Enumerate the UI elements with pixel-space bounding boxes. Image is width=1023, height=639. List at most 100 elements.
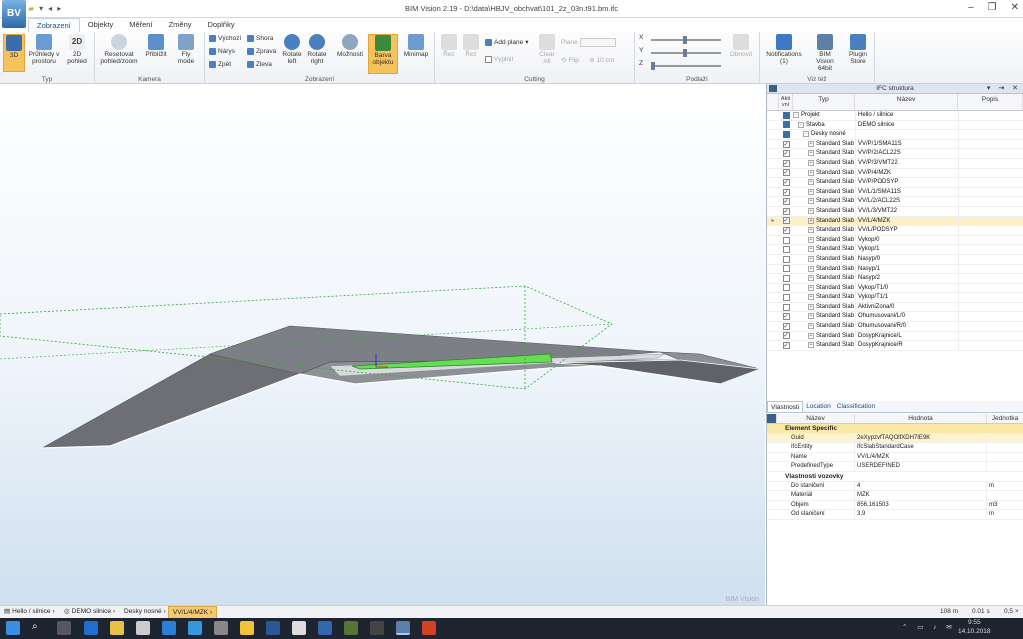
model-view[interactable] xyxy=(0,84,765,605)
expand-icon[interactable]: + xyxy=(808,323,814,330)
search-icon[interactable]: ⌕ xyxy=(32,621,46,635)
expand-icon[interactable]: + xyxy=(808,255,814,262)
fill-checkbox[interactable]: Vyplnit xyxy=(485,56,513,63)
expand-icon[interactable]: + xyxy=(808,227,814,234)
tree-row[interactable]: ✓ + Standard Slab Ohumusovani/L/0 xyxy=(767,312,1023,323)
breadcrumb-item[interactable]: Desky nosné › xyxy=(124,606,166,618)
cut-button[interactable]: Řez xyxy=(461,34,481,58)
active-checkbox[interactable]: ✓ xyxy=(782,159,790,167)
app-icon[interactable] xyxy=(370,621,384,635)
property-row[interactable]: Do staničení 4 m xyxy=(767,481,1023,492)
active-checkbox[interactable] xyxy=(782,284,790,292)
active-checkbox[interactable] xyxy=(782,111,790,119)
task-view-icon[interactable] xyxy=(57,621,71,635)
word-icon[interactable] xyxy=(266,621,280,635)
active-checkbox[interactable]: ✓ xyxy=(782,313,790,321)
panel-controls[interactable]: ▾ ⇥ ✕ xyxy=(987,84,1021,94)
tree-row[interactable]: ✓ + Standard Slab VV/P/PODSYP xyxy=(767,178,1023,188)
tab-zmeny[interactable]: Změny xyxy=(161,18,200,32)
col-popis[interactable]: Popis xyxy=(958,94,1023,110)
active-checkbox[interactable]: ✓ xyxy=(782,226,790,234)
view-top-button[interactable]: Shora xyxy=(247,35,273,42)
tree-row[interactable]: ✓ + Standard Slab VV/L/1/SMA11S xyxy=(767,187,1023,198)
active-checkbox[interactable]: ✓ xyxy=(782,342,790,350)
app-logo-icon[interactable]: BV xyxy=(2,0,26,28)
plane-dropdown[interactable] xyxy=(579,38,616,47)
cut-button[interactable]: Řez xyxy=(439,34,459,58)
clear-all-button[interactable]: Clear All xyxy=(537,34,557,65)
collapse-icon[interactable]: - xyxy=(793,112,799,118)
expand-icon[interactable]: + xyxy=(808,313,814,320)
expand-icon[interactable]: + xyxy=(808,150,814,157)
tab-vlastnosti[interactable]: Vlastnosti xyxy=(767,401,804,412)
powerpoint-icon[interactable] xyxy=(422,621,436,635)
tree-row[interactable]: ✓ + Standard Slab VV/P/4/MZK xyxy=(767,168,1023,179)
explorer-icon[interactable] xyxy=(110,621,124,635)
active-checkbox[interactable] xyxy=(782,246,790,254)
property-row[interactable]: Guid 2eXypzvfTAQOlfXDH7IE9K xyxy=(767,433,1023,444)
active-checkbox[interactable]: ✓ xyxy=(782,322,790,330)
reset-view-button[interactable]: Resetovat pohled/zoom xyxy=(99,34,139,65)
active-checkbox[interactable] xyxy=(782,130,790,138)
notifications-button[interactable]: Notifications (1) xyxy=(764,34,804,65)
active-checkbox[interactable]: ✓ xyxy=(782,332,790,340)
store-app-icon[interactable] xyxy=(136,621,150,635)
tree-row[interactable]: ✓ + Standard Slab VV/P/1/SMA11S xyxy=(767,139,1023,150)
tree-row[interactable]: + Standard Slab Nasyp/2 xyxy=(767,274,1023,284)
tree-row[interactable]: + Standard Slab Nasyp/0 xyxy=(767,254,1023,265)
tree-row[interactable]: + Standard Slab Vykop/T1/1 xyxy=(767,293,1023,303)
tab-zobrazeni[interactable]: Zobrazení xyxy=(28,18,80,32)
tree-row[interactable]: + Standard Slab Vykop/T1/0 xyxy=(767,283,1023,294)
view-front-button[interactable]: Nárys xyxy=(209,48,235,55)
active-checkbox[interactable]: ✓ xyxy=(782,178,790,186)
view-default-button[interactable]: Výchozí xyxy=(209,35,241,42)
active-checkbox[interactable]: ✓ xyxy=(782,217,790,225)
collapse-icon[interactable]: - xyxy=(798,121,804,128)
tree-row[interactable]: + Standard Slab Nasyp/1 xyxy=(767,264,1023,275)
tree-row[interactable]: + Standard Slab Vykop/0 xyxy=(767,235,1023,246)
active-checkbox[interactable] xyxy=(782,294,790,302)
active-checkbox[interactable]: ✓ xyxy=(782,207,790,215)
property-row[interactable]: Objem 856,161503 m3 xyxy=(767,500,1023,511)
expand-icon[interactable]: + xyxy=(808,159,814,166)
active-checkbox[interactable]: ✓ xyxy=(782,198,790,206)
active-checkbox[interactable]: ✓ xyxy=(782,150,790,158)
property-row[interactable]: IfcEntity IfcSlabStandardCase xyxy=(767,443,1023,453)
tree-row[interactable]: ✓ + Standard Slab DosypKrajnice/R xyxy=(767,341,1023,351)
rotate-left-button[interactable]: Rotate left xyxy=(281,34,303,65)
view-right-button[interactable]: Zprava xyxy=(247,48,276,55)
2d-view-button[interactable]: 2D 2D pohled xyxy=(63,34,91,65)
active-checkbox[interactable] xyxy=(782,121,790,129)
add-plane-button[interactable]: Add plane ▾ xyxy=(485,38,529,46)
expand-icon[interactable]: + xyxy=(808,332,814,339)
property-row[interactable]: Od staničení 3,9 m xyxy=(767,510,1023,520)
tree-row[interactable]: ✓ + Standard Slab VV/L/PODSYP xyxy=(767,226,1023,236)
tree-row[interactable]: ✓ + Standard Slab DosypKrajnice/L xyxy=(767,331,1023,342)
tree-row[interactable]: ✓ + Standard Slab Ohumusovani/R/0 xyxy=(767,322,1023,332)
expand-icon[interactable]: + xyxy=(808,169,814,176)
active-checkbox[interactable] xyxy=(782,265,790,273)
y-slider[interactable] xyxy=(651,49,721,57)
active-checkbox[interactable] xyxy=(782,236,790,244)
tree-row[interactable]: - Projekt Hello / silnice xyxy=(767,111,1023,121)
tab-objekty[interactable]: Objekty xyxy=(80,18,121,32)
tree-row[interactable]: ✓ + Standard Slab VV/P/2/ACL22S xyxy=(767,149,1023,159)
collapse-icon[interactable]: - xyxy=(803,131,809,138)
view-left-button[interactable]: Zleva xyxy=(247,61,272,68)
active-checkbox[interactable]: ✓ xyxy=(782,188,790,196)
zoom-in-button[interactable]: Přiblížit xyxy=(143,34,169,58)
property-section-header[interactable]: Vlastnosti vozovky xyxy=(767,472,1023,482)
3d-button[interactable]: 3D xyxy=(3,34,25,72)
slider-knob[interactable] xyxy=(651,62,655,70)
flip-button[interactable]: ⟲ Flip xyxy=(561,56,579,65)
property-section-header[interactable]: Element Specific xyxy=(767,424,1023,434)
expand-icon[interactable]: + xyxy=(808,179,814,186)
expand-icon[interactable]: + xyxy=(808,188,814,195)
breadcrumb-item[interactable]: ▤ Hello / silnice › xyxy=(4,606,55,618)
tab-classification[interactable]: Classification xyxy=(834,401,878,412)
col-aktivni[interactable]: Akti vní xyxy=(779,94,793,110)
rotate-right-button[interactable]: Rotate right xyxy=(306,34,328,65)
expand-icon[interactable]: + xyxy=(808,294,814,301)
expand-icon[interactable]: + xyxy=(808,198,814,205)
tab-doplnky[interactable]: Doplňky xyxy=(199,18,242,32)
